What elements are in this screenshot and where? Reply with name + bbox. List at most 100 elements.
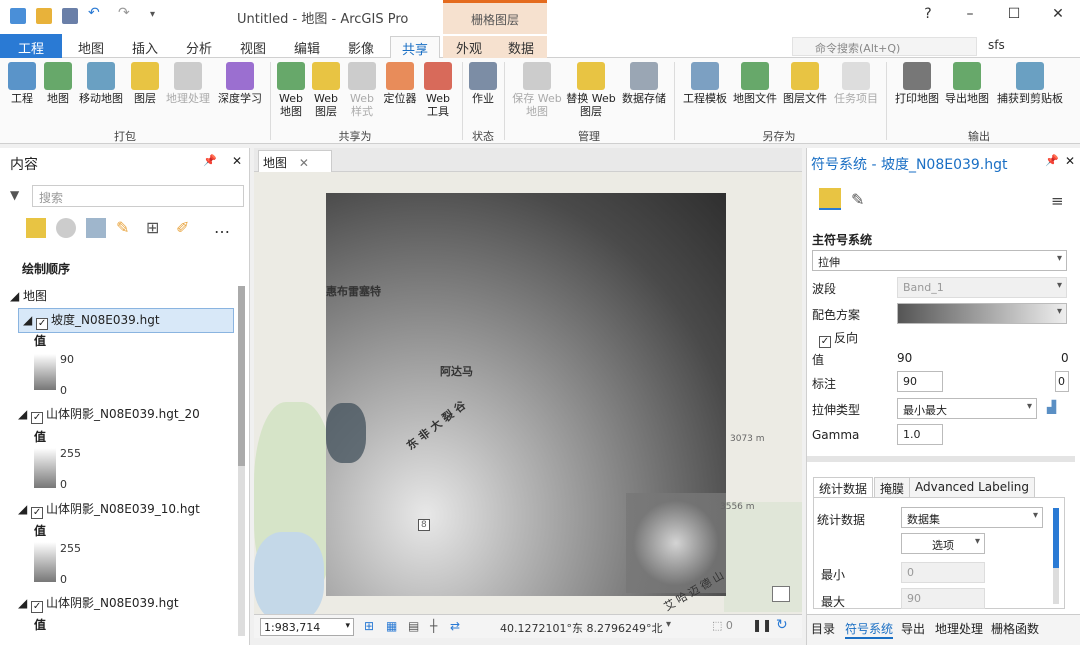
save-web-map-button[interactable]: 保存 Web 地图 <box>510 62 564 118</box>
layer-row[interactable]: ◢ ✓ 山体阴影_N08E039.hgt_20 <box>18 405 200 424</box>
tab-data[interactable]: 数据 <box>495 36 547 58</box>
table-icon[interactable]: ▤ <box>408 619 419 633</box>
capture-clipboard-button[interactable]: 捕获到剪贴板 <box>994 62 1066 105</box>
geoprocessing-button[interactable]: 地理处理 <box>164 62 212 105</box>
map-package-button[interactable]: 地图 <box>42 62 74 105</box>
project-package-button[interactable]: 工程 <box>6 62 38 105</box>
scrollbar-thumb[interactable] <box>238 286 245 466</box>
contents-search-input[interactable]: 搜索 <box>32 185 244 207</box>
tab-analysis[interactable]: 分析 <box>174 36 224 58</box>
jobs-button[interactable]: 作业 <box>468 62 498 105</box>
close-button[interactable]: ✕ <box>1048 6 1068 22</box>
tab-share[interactable]: 共享 <box>390 36 440 58</box>
map-node[interactable]: ◢ 地图 <box>10 287 47 304</box>
minimize-button[interactable]: – <box>960 6 980 22</box>
layer-row[interactable]: ◢ ✓ 山体阴影_N08E039.hgt <box>18 594 179 613</box>
project-template-button[interactable]: 工程模板 <box>680 62 730 105</box>
locator-button[interactable]: 定位器 <box>382 62 418 105</box>
gamma-input[interactable]: 1.0 <box>897 424 943 445</box>
tab-imagery[interactable]: 影像 <box>336 36 386 58</box>
vary-symbology-icon[interactable]: ✎ <box>851 190 864 209</box>
export-map-button[interactable]: 导出地图 <box>942 62 992 105</box>
labeling-icon[interactable]: ✐ <box>176 218 196 238</box>
close-icon[interactable]: ✕ <box>299 156 309 170</box>
statistics-select[interactable]: 数据集 <box>901 507 1043 528</box>
zoom-extent-icon[interactable]: ⊞ <box>364 619 374 633</box>
help-button[interactable]: ? <box>918 6 938 22</box>
web-map-button[interactable]: Web 地图 <box>276 62 306 118</box>
selection-icon[interactable] <box>86 218 106 238</box>
overview-icon[interactable] <box>772 586 790 602</box>
coordinate-dropdown-icon[interactable]: ▾ <box>666 619 671 630</box>
tab-export[interactable]: 导出 <box>901 620 925 637</box>
tab-appearance[interactable]: 外观 <box>443 36 495 58</box>
open-icon[interactable] <box>36 8 52 24</box>
command-search-input[interactable]: 命令搜索(Alt+Q) <box>792 37 977 56</box>
stretch-type-select[interactable]: 最小最大 <box>897 398 1037 419</box>
layer-row[interactable]: ◢ ✓ 坡度_N08E039.hgt <box>18 308 234 333</box>
close-icon[interactable]: ✕ <box>232 154 242 168</box>
layer-checkbox[interactable]: ✓ <box>36 318 49 330</box>
layer-row[interactable]: ◢ ✓ 山体阴影_N08E039_10.hgt <box>18 500 200 519</box>
tab-insert[interactable]: 插入 <box>120 36 170 58</box>
pause-icon[interactable]: ❚❚ <box>752 618 772 632</box>
tab-advanced-labeling[interactable]: Advanced Labeling <box>909 477 1036 497</box>
tab-symbology[interactable]: 符号系统 <box>845 620 894 639</box>
layer-checkbox[interactable]: ✓ <box>31 601 44 613</box>
web-style-button[interactable]: Web 样式 <box>346 62 378 118</box>
tab-view[interactable]: 视图 <box>228 36 278 58</box>
web-layer-button[interactable]: Web 图层 <box>310 62 342 118</box>
layer-checkbox[interactable]: ✓ <box>31 412 44 424</box>
map-view-tab[interactable]: 地图 ✕ <box>258 150 332 172</box>
label-max-input[interactable]: 90 <box>897 371 943 392</box>
selection-count[interactable]: ⬚ 0 <box>712 619 733 632</box>
menu-icon[interactable]: ≡ <box>1051 192 1064 210</box>
web-tool-button[interactable]: Web 工具 <box>420 62 456 118</box>
replace-web-layer-button[interactable]: 替换 Web 图层 <box>564 62 618 118</box>
tab-statistics[interactable]: 统计数据 <box>813 477 874 497</box>
invert-checkbox[interactable]: ✓ <box>819 336 831 348</box>
deep-learning-button[interactable]: 深度学习 <box>216 62 264 105</box>
layer-checkbox[interactable]: ✓ <box>31 507 44 519</box>
scale-selector[interactable]: 1:983,714 ▾ <box>260 618 354 636</box>
map-file-button[interactable]: 地图文件 <box>730 62 780 105</box>
undo-icon[interactable]: ↶ <box>88 5 104 21</box>
crosshair-icon[interactable]: ┼ <box>430 619 437 633</box>
tab-geoprocessing[interactable]: 地理处理 <box>935 620 983 637</box>
editing-icon[interactable]: ✎ <box>116 218 136 238</box>
tab-catalog[interactable]: 目录 <box>811 620 835 637</box>
grid-icon[interactable]: ▦ <box>386 619 397 633</box>
options-button[interactable]: 选项 <box>901 533 985 554</box>
tab-mask[interactable]: 掩膜 <box>874 477 911 497</box>
layer-package-button[interactable]: 图层 <box>130 62 160 105</box>
label-min-input[interactable]: 0 <box>1055 371 1069 392</box>
tab-project[interactable]: 工程 <box>0 34 62 58</box>
draw-order-icon[interactable] <box>26 218 46 238</box>
save-icon[interactable] <box>62 8 78 24</box>
data-store-button[interactable]: 数据存储 <box>620 62 668 105</box>
pin-icon[interactable]: 📌 <box>1045 154 1059 167</box>
refresh-icon[interactable]: ↻ <box>776 617 788 633</box>
redo-icon[interactable]: ↷ <box>118 5 134 21</box>
splitter[interactable] <box>807 456 1075 462</box>
more-icon[interactable]: … <box>214 218 234 238</box>
tab-map[interactable]: 地图 <box>66 36 116 58</box>
primary-symbology-icon[interactable] <box>819 188 841 210</box>
snapping-icon[interactable]: ⊞ <box>146 218 166 238</box>
user-menu[interactable]: sfs <box>988 38 1005 52</box>
histogram-icon[interactable]: ▟ <box>1047 400 1056 414</box>
print-map-button[interactable]: 打印地图 <box>892 62 942 105</box>
band-select[interactable]: Band_1 <box>897 277 1067 298</box>
tab-raster-functions[interactable]: 栅格函数 <box>991 620 1039 637</box>
close-icon[interactable]: ✕ <box>1065 154 1075 168</box>
tab-edit[interactable]: 编辑 <box>282 36 332 58</box>
layer-file-button[interactable]: 图层文件 <box>780 62 830 105</box>
customize-icon[interactable]: ▾ <box>150 9 166 25</box>
task-item-button[interactable]: 任务项目 <box>832 62 880 105</box>
navigation-icon[interactable]: ⇄ <box>450 619 460 633</box>
basemap[interactable]: 惠布雷塞特 阿达马 东非大裂谷 3073 m 3556 m 艾哈迈德山 8 <box>254 172 802 614</box>
data-source-icon[interactable] <box>56 218 76 238</box>
invert-toggle[interactable]: ✓ 反向 <box>819 329 858 348</box>
mobile-map-button[interactable]: 移动地图 <box>76 62 126 105</box>
filter-icon[interactable]: ▼ <box>10 188 19 202</box>
